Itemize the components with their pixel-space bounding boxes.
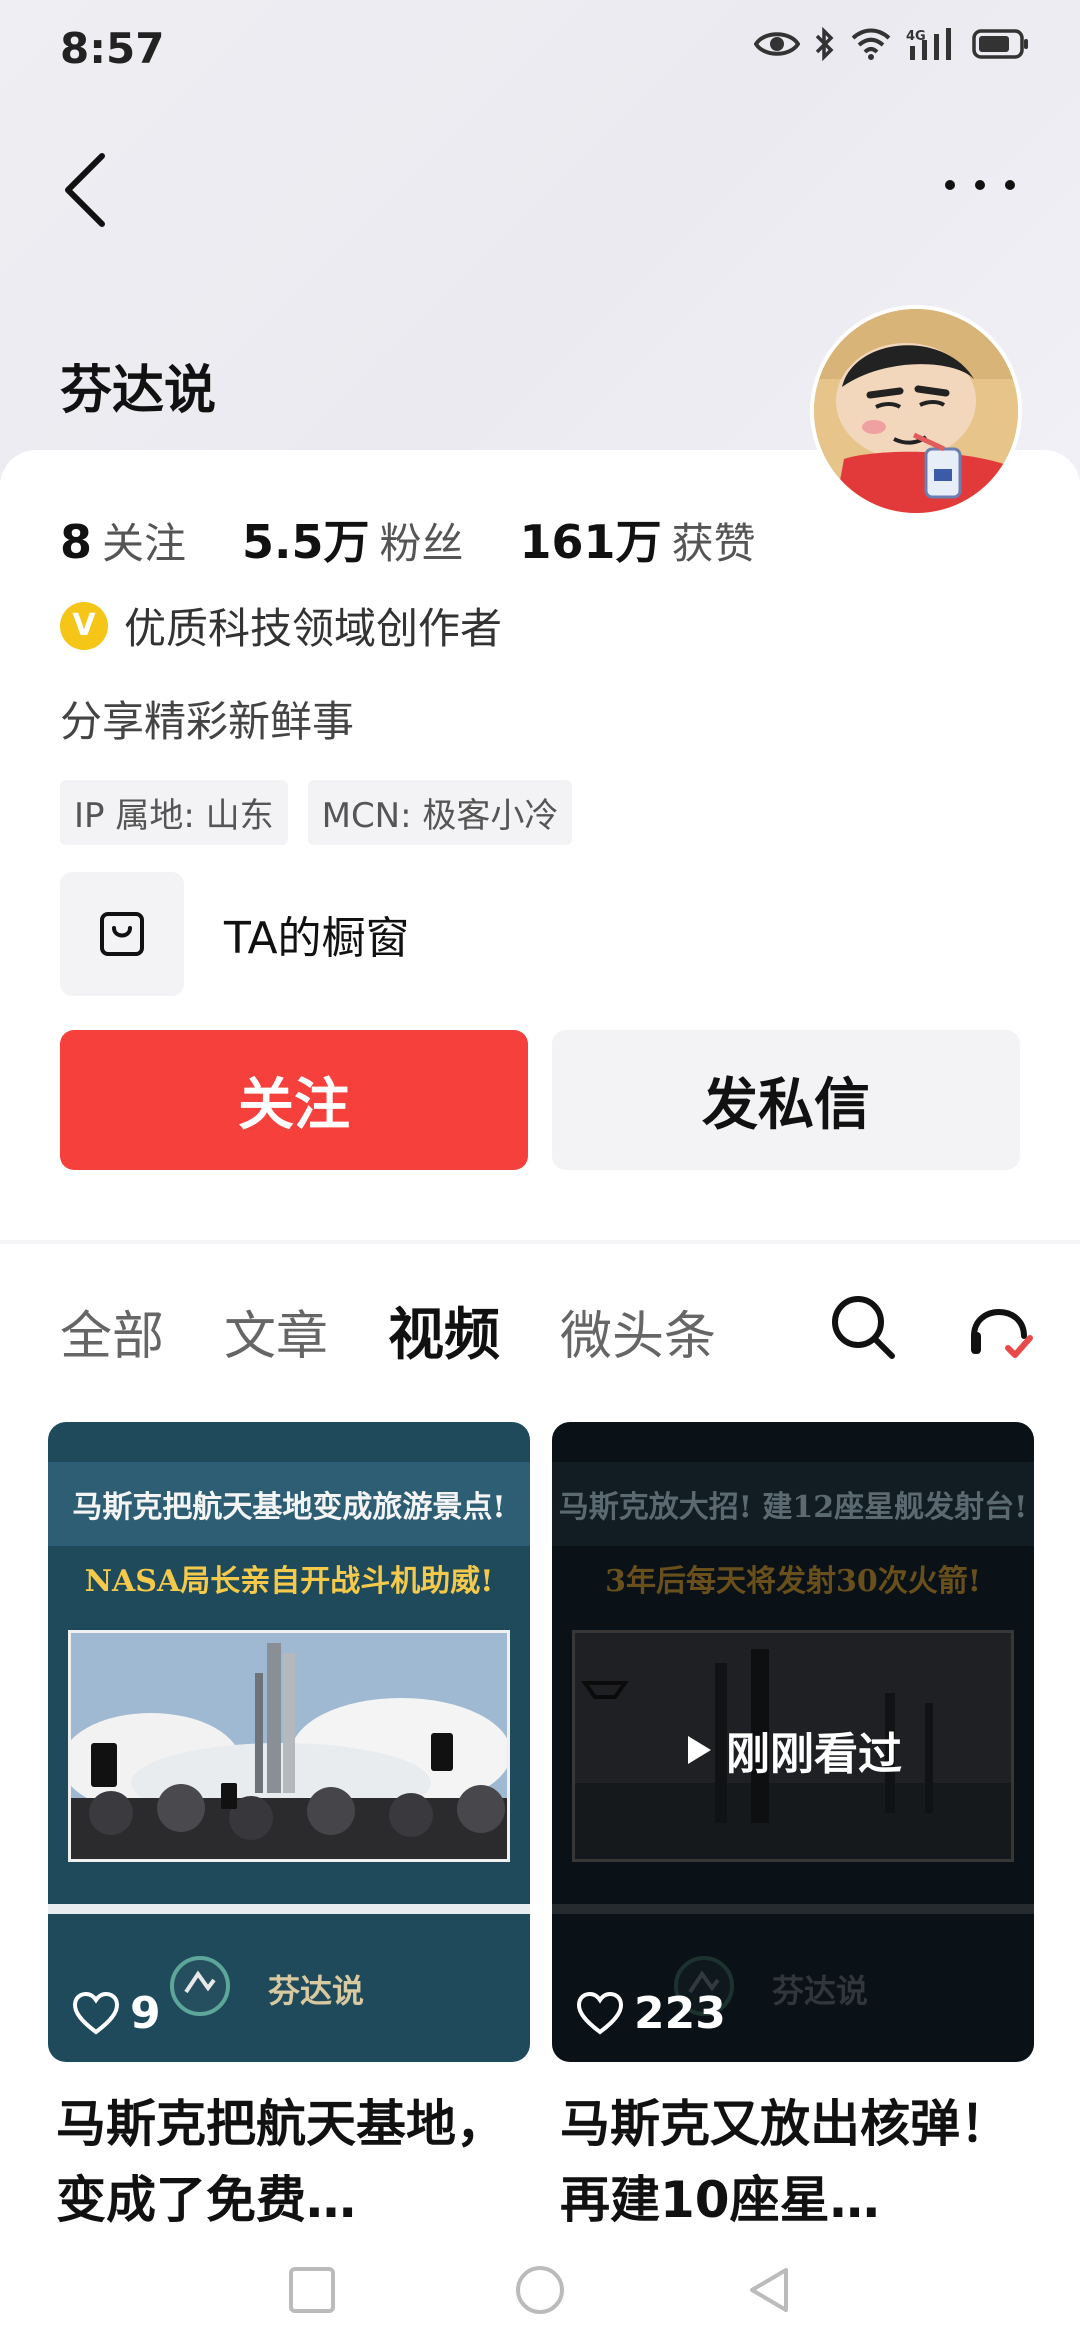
wifi-icon (851, 28, 891, 60)
thumbnail-subheadline: NASA局长亲自开战斗机助威! (84, 1564, 494, 1599)
tab-articles[interactable]: 文章 (224, 1294, 328, 1369)
mcn-tag[interactable]: MCN: 极客小冷 (307, 780, 573, 845)
search-button[interactable] (828, 1292, 898, 1362)
more-dots-icon (945, 180, 1015, 190)
avatar[interactable] (810, 305, 1022, 517)
tab-all[interactable]: 全部 (60, 1294, 164, 1369)
recently-watched-label: 刚刚看过 (552, 1718, 1034, 1782)
chevron-left-icon (65, 153, 105, 227)
ip-location-tag: IP 属地: 山东 (60, 780, 288, 845)
stat-likes[interactable]: 161万 获赞 (520, 506, 756, 572)
profile-bio: 分享精彩新鲜事 (60, 697, 355, 746)
play-icon (688, 1736, 711, 1764)
stat-label: 粉丝 (379, 519, 464, 568)
recent-apps-icon[interactable] (284, 2262, 340, 2318)
profile-card: 8 关注 5.5万 粉丝 161万 获赞 V 优质科技领域创作者 分享精彩新鲜事… (0, 450, 1080, 1240)
profile-tags: IP 属地: 山东 MCN: 极客小冷 (60, 780, 573, 845)
stat-followers[interactable]: 5.5万 粉丝 (242, 506, 464, 572)
thumbnail-divider (48, 1904, 530, 1914)
status-time: 8:57 (60, 24, 165, 73)
shop-window-label: TA的橱窗 (224, 913, 410, 964)
stat-following[interactable]: 8 关注 (60, 510, 186, 571)
like-count: 223 (576, 1988, 726, 2039)
message-button[interactable]: 发私信 (552, 1030, 1020, 1170)
shopping-bag-icon (100, 912, 144, 956)
author-logo-icon (170, 1956, 230, 2016)
thumbnail-photo (68, 1630, 510, 1862)
bluetooth-icon (815, 26, 834, 62)
more-button[interactable] (940, 160, 1020, 210)
stat-number: 5.5万 (242, 515, 370, 569)
profile-stats: 8 关注 5.5万 粉丝 161万 获赞 (60, 506, 756, 572)
listen-button[interactable] (964, 1290, 1038, 1364)
headset-icon (971, 1309, 1033, 1358)
search-icon (832, 1296, 895, 1359)
stat-number: 8 (60, 515, 93, 569)
verification-row[interactable]: V 优质科技领域创作者 (60, 595, 502, 656)
thumbnail-headline: 马斯克把航天基地变成旅游景点! (48, 1462, 530, 1546)
stat-label: 获赞 (671, 519, 756, 568)
verified-badge-icon: V (60, 601, 108, 650)
heart-icon (72, 1991, 120, 2035)
shop-icon-box (60, 872, 184, 996)
like-count: 9 (72, 1988, 161, 2039)
heart-icon (576, 1991, 624, 2035)
tab-micro-posts[interactable]: 微头条 (560, 1294, 716, 1369)
video-title[interactable]: 马斯克又放出核弹！再建10座星… (560, 2086, 1030, 2238)
back-nav-icon[interactable] (742, 2262, 798, 2318)
profile-name: 芬达说 (60, 361, 217, 421)
status-bar: 8:57 4G (0, 0, 1080, 100)
content-tabs: 全部 文章 视频 微头条 (60, 1290, 716, 1371)
tab-videos[interactable]: 视频 (388, 1290, 500, 1371)
system-nav-bar (0, 2240, 1080, 2340)
video-card[interactable]: 马斯克把航天基地变成旅游景点! NASA局长亲自开战斗机助威! 芬达说 9 (48, 1422, 530, 2062)
avatar-image (814, 309, 1018, 513)
back-button[interactable] (58, 150, 118, 230)
follow-button[interactable]: 关注 (60, 1030, 528, 1170)
like-count-number: 223 (634, 1988, 726, 2039)
home-icon[interactable] (512, 2262, 568, 2318)
video-card[interactable]: 马斯克放大招! 建12座星舰发射台! 3年后每天将发射30次火箭! 芬达说 刚刚… (552, 1422, 1034, 2062)
launch-crowd-image (71, 1633, 507, 1859)
like-count-number: 9 (130, 1988, 161, 2039)
verification-text: 优质科技领域创作者 (124, 604, 503, 653)
battery-icon (972, 29, 1028, 59)
stat-number: 161万 (519, 515, 662, 569)
signal-4g-icon: 4G (906, 28, 951, 60)
thumbnail-author: 芬达说 (268, 1972, 365, 2010)
recently-watched-text: 刚刚看过 (726, 1729, 902, 1780)
video-title[interactable]: 马斯克把航天基地，变成了免费… (56, 2086, 526, 2238)
shop-window-entry[interactable]: TA的橱窗 (60, 872, 410, 996)
eye-icon (754, 32, 800, 56)
status-icons: 4G (754, 26, 1030, 62)
stat-label: 关注 (102, 519, 187, 568)
